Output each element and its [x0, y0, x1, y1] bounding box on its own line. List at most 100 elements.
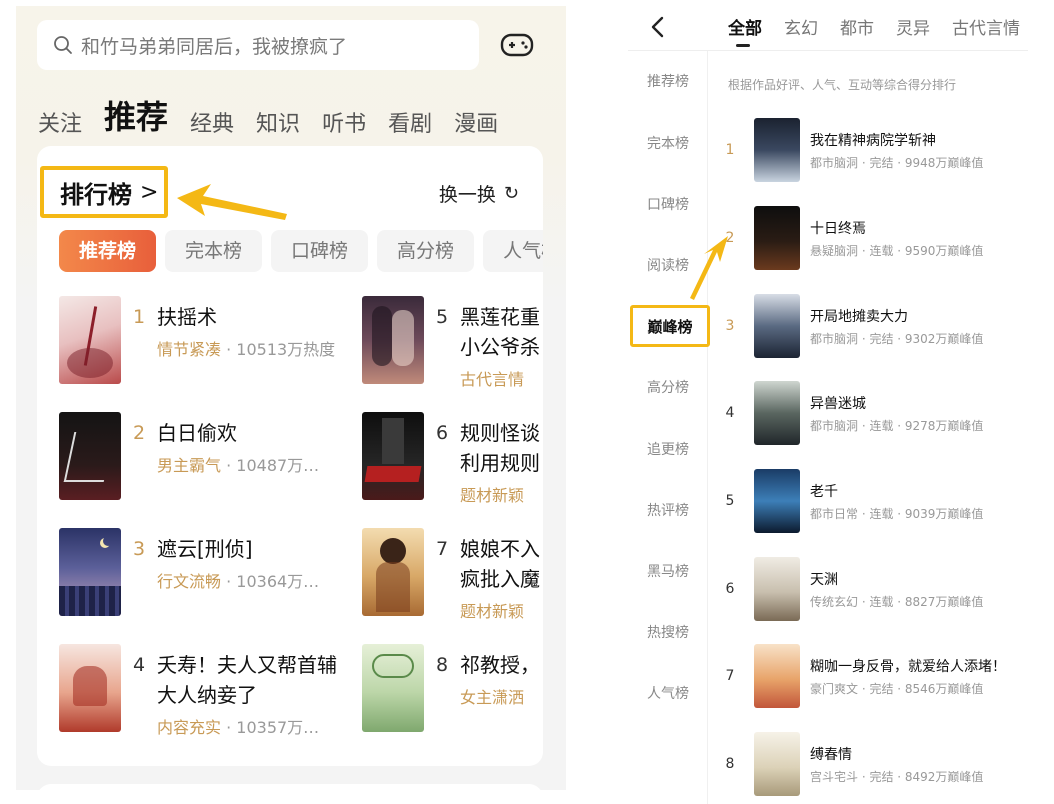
book-cover [59, 412, 121, 500]
side-item-completed[interactable]: 完本榜 [628, 133, 708, 153]
side-item-hot-search[interactable]: 热搜榜 [628, 622, 708, 642]
book-item-2[interactable]: 2 白日偷欢 男主霸气 · 10487万… [59, 412, 349, 508]
book-cover [754, 644, 800, 708]
book-title: 糊咖一身反骨，就爱给人添堵！ [810, 659, 1006, 675]
book-item-8[interactable]: 8 祁教授， 女主潇洒 [362, 644, 543, 740]
tab-recommend[interactable]: 推荐 [104, 92, 168, 138]
book-rank: 1 [133, 306, 146, 328]
chip-popular[interactable]: 人气榜 [483, 230, 543, 272]
book-title: 夭寿！夫人又帮首辅 大人纳妾了 [157, 653, 337, 707]
tab-audiobook[interactable]: 听书 [322, 106, 366, 138]
book-meta: 都市日常 · 连载 · 9039万巅峰值 [810, 507, 984, 521]
book-title: 黑莲花重 小公爷杀 [460, 305, 540, 359]
book-title: 规则怪谈 利用规则 [460, 421, 540, 475]
book-title: 扶摇术 [157, 305, 217, 329]
book-cover [362, 296, 424, 384]
book-meta: 题材新颖 [460, 602, 525, 621]
ranked-book-2[interactable]: 2 十日终焉 悬疑脑洞 · 连载 · 9590万巅峰值 [724, 206, 1044, 276]
book-item-1[interactable]: 1 扶摇术 情节紧凑 · 10513万热度 [59, 296, 349, 392]
tab-all[interactable]: 全部 [728, 14, 762, 39]
book-cover [754, 118, 800, 182]
active-tab-indicator [736, 44, 750, 47]
book-rank: 7 [725, 668, 735, 684]
ranked-book-4[interactable]: 4 异兽迷城 都市脑洞 · 连载 · 9278万巅峰值 [724, 381, 1044, 451]
tab-comics[interactable]: 漫画 [454, 106, 498, 138]
book-title: 缚春情 [810, 747, 852, 763]
book-cover [754, 469, 800, 533]
tab-supernatural[interactable]: 灵异 [896, 14, 930, 39]
side-item-popular[interactable]: 人气榜 [628, 683, 708, 703]
search-placeholder: 和竹马弟弟同居后，我被撩疯了 [81, 35, 348, 58]
book-meta: 情节紧凑 · 10513万热度 [157, 340, 336, 359]
ranked-book-3[interactable]: 3 开局地摊卖大力 都市脑洞 · 完结 · 9302万巅峰值 [724, 294, 1044, 364]
ranking-description: 根据作品好评、人气、互动等综合得分排行 [728, 78, 957, 92]
book-meta: 都市脑洞 · 完结 · 9302万巅峰值 [810, 332, 984, 346]
book-title: 天渊 [810, 572, 838, 588]
side-item-updates[interactable]: 追更榜 [628, 439, 708, 459]
book-title: 异兽迷城 [810, 396, 866, 412]
book-meta: 内容充实 · 10357万… [157, 718, 320, 737]
side-item-peak[interactable]: 巅峰榜 [628, 316, 712, 337]
book-title: 老千 [810, 484, 838, 500]
ranked-book-5[interactable]: 5 老千 都市日常 · 连载 · 9039万巅峰值 [724, 469, 1044, 539]
book-rank: 8 [436, 654, 449, 676]
book-cover [59, 296, 121, 384]
book-cover [754, 557, 800, 621]
tab-classic[interactable]: 经典 [190, 106, 234, 138]
side-item-hot-comments[interactable]: 热评榜 [628, 500, 708, 520]
chip-high-score[interactable]: 高分榜 [377, 230, 475, 272]
side-item-dark-horse[interactable]: 黑马榜 [628, 561, 708, 581]
ranked-book-8[interactable]: 8 缚春情 宫斗宅斗 · 完结 · 8492万巅峰值 [724, 732, 1044, 802]
book-meta: 行文流畅 · 10364万… [157, 572, 320, 591]
ranked-book-7[interactable]: 7 糊咖一身反骨，就爱给人添堵！ 豪门爽文 · 完结 · 8546万巅峰值 [724, 644, 1044, 714]
tab-knowledge[interactable]: 知识 [256, 106, 300, 138]
tab-urban[interactable]: 都市 [840, 14, 874, 39]
search-icon [54, 36, 72, 54]
book-item-4[interactable]: 4 夭寿！夫人又帮首辅 大人纳妾了 内容充实 · 10357万… [59, 644, 359, 740]
book-title: 白日偷欢 [157, 421, 237, 445]
side-item-high-score[interactable]: 高分榜 [628, 377, 708, 397]
book-cover [362, 528, 424, 616]
ranking-title-link[interactable]: 排行榜 > [40, 166, 168, 218]
tab-ancient-romance[interactable]: 古代言情 [952, 14, 1020, 39]
book-title: 开局地摊卖大力 [810, 309, 908, 325]
side-item-reputation[interactable]: 口碑榜 [628, 194, 708, 214]
book-meta: 都市脑洞 · 连载 · 9278万巅峰值 [810, 419, 984, 433]
book-rank: 2 [725, 230, 735, 246]
book-rank: 6 [436, 422, 449, 444]
book-meta: 传统玄幻 · 连载 · 8827万巅峰值 [810, 595, 984, 609]
book-cover [59, 528, 121, 616]
search-bar[interactable]: 和竹马弟弟同居后，我被撩疯了 [37, 20, 479, 70]
top-nav: 关注 推荐 经典 知识 听书 看剧 漫画 [38, 92, 566, 142]
refresh-button[interactable]: 换一换 ↻ [439, 180, 519, 207]
book-item-6[interactable]: 6 规则怪谈 利用规则 题材新颖 [362, 412, 543, 508]
tab-drama[interactable]: 看剧 [388, 106, 432, 138]
ranked-book-1[interactable]: 1 我在精神病院学斩神 都市脑洞 · 完结 · 9948万巅峰值 [724, 118, 1044, 188]
book-item-3[interactable]: 3 遮云[刑侦] 行文流畅 · 10364万… [59, 528, 349, 624]
chip-recommend[interactable]: 推荐榜 [59, 230, 157, 272]
tab-follow[interactable]: 关注 [38, 106, 82, 138]
book-cover [362, 644, 424, 732]
book-rank: 4 [133, 654, 146, 676]
book-cover [59, 644, 121, 732]
book-rank: 7 [436, 538, 449, 560]
book-meta: 都市脑洞 · 完结 · 9948万巅峰值 [810, 156, 984, 170]
book-item-7[interactable]: 7 娘娘不入 疯批入魔 题材新颖 [362, 528, 543, 624]
back-arrow-icon[interactable] [650, 16, 666, 38]
chip-completed[interactable]: 完本榜 [165, 230, 263, 272]
book-cover [754, 294, 800, 358]
ranking-title: 排行榜 [60, 180, 132, 209]
ranked-book-6[interactable]: 6 天渊 传统玄幻 · 连载 · 8827万巅峰值 [724, 557, 1044, 627]
book-item-5[interactable]: 5 黑莲花重 小公爷杀 古代言情 [362, 296, 543, 392]
book-title: 我在精神病院学斩神 [810, 133, 936, 149]
gamepad-icon[interactable] [500, 32, 534, 58]
book-rank: 5 [436, 306, 449, 328]
side-item-recommend[interactable]: 推荐榜 [628, 71, 708, 91]
chip-reputation[interactable]: 口碑榜 [271, 230, 369, 272]
book-meta: 古代言情 [460, 370, 525, 389]
annotation-arrow-icon [177, 184, 287, 220]
book-title: 遮云[刑侦] [157, 537, 253, 561]
ranking-sidebar: 推荐榜 完本榜 口碑榜 阅读榜 高分榜 追更榜 热评榜 黑马榜 热搜榜 人气榜 [628, 51, 708, 804]
tab-fantasy[interactable]: 玄幻 [784, 14, 818, 39]
book-title: 娘娘不入 疯批入魔 [460, 537, 540, 591]
